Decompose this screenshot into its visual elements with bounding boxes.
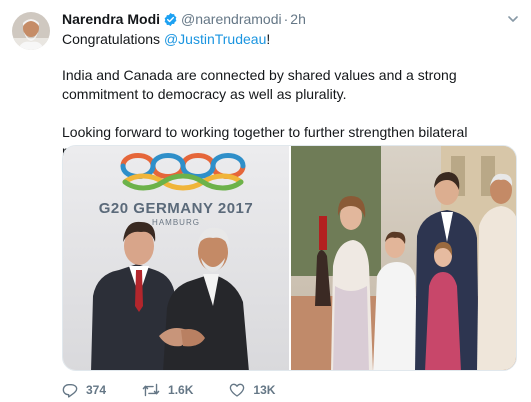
like-button[interactable]: 13K xyxy=(229,382,275,398)
tweet-text-suffix: ! xyxy=(266,31,271,47)
chevron-down-icon[interactable] xyxy=(507,12,519,30)
media-grid: G20 GERMANY 2017 HAMBURG xyxy=(62,145,517,371)
photo-left-illustration xyxy=(63,146,289,370)
verified-badge-icon xyxy=(163,12,178,32)
author-name[interactable]: Narendra Modi xyxy=(62,11,160,27)
retweet-icon xyxy=(142,383,160,397)
like-icon xyxy=(230,383,245,397)
avatar-image xyxy=(12,12,50,50)
reply-icon xyxy=(62,384,78,398)
avatar[interactable] xyxy=(12,12,50,50)
retweet-button[interactable]: 1.6K xyxy=(142,382,193,398)
photo-g20-handshake[interactable]: G20 GERMANY 2017 HAMBURG xyxy=(63,146,289,370)
author-handle[interactable]: @narendramodi xyxy=(181,11,282,27)
photo-trudeau-family[interactable] xyxy=(291,146,516,370)
tweet-text-paragraph-2: India and Canada are connected by shared… xyxy=(62,67,457,102)
g20-logo-title: G20 GERMANY 2017 xyxy=(98,200,254,217)
tweet-card: Narendra Modi @narendramodi · 2h Congratula… xyxy=(0,0,531,402)
tweet-header: Narendra Modi @narendramodi · 2h xyxy=(62,9,306,29)
photo-right-illustration xyxy=(291,146,516,370)
separator-dot: · xyxy=(283,11,289,27)
g20-logo-city: HAMBURG xyxy=(152,218,200,227)
retweet-count: 1.6K xyxy=(168,383,194,397)
reply-button[interactable]: 374 xyxy=(62,382,106,398)
tweet-text-line-1: Congratulations @JustinTrudeau! xyxy=(62,30,522,49)
tweet-text-prefix: Congratulations xyxy=(62,31,164,47)
reply-count: 374 xyxy=(86,383,107,397)
tweet-timestamp[interactable]: 2h xyxy=(290,11,306,27)
tweet-actions: 374 1.6K 13K xyxy=(62,381,311,399)
mention-link[interactable]: @JustinTrudeau xyxy=(164,31,266,47)
like-count: 13K xyxy=(253,383,276,397)
